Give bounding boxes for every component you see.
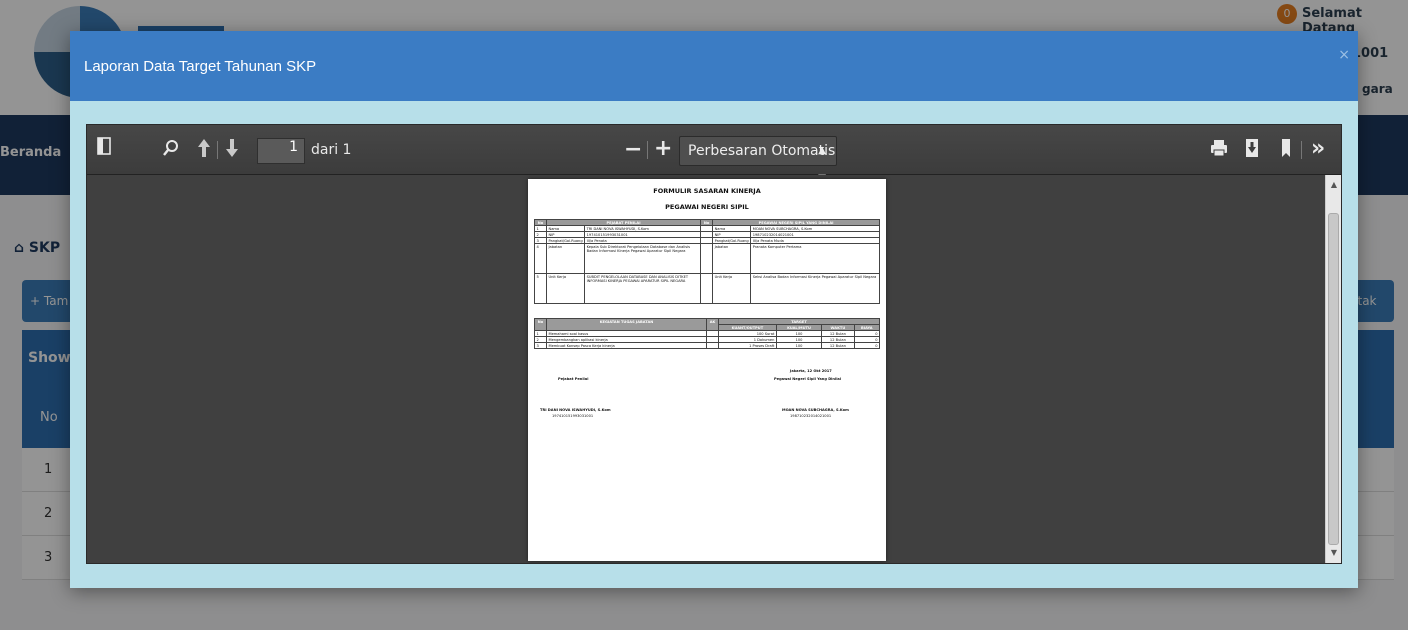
pdf-toolbar: 1 dari 1 − + Perbesaran Otomatis ▲▼ [87,125,1341,184]
cell: 100 [775,342,823,349]
toolbar-separator [1301,141,1302,159]
bookmark-icon[interactable] [1281,138,1291,163]
scroll-down-icon[interactable]: ▼ [1326,545,1342,561]
cell: Jabatan [545,243,586,274]
zoom-select-value: Perbesaran Otomatis [688,143,836,159]
left-signature-role: Pejabat Penilai [558,377,589,381]
down-arrow-icon[interactable] [225,138,239,163]
pdf-viewer: 1 dari 1 − + Perbesaran Otomatis ▲▼ [86,124,1342,564]
cell: Membuat Konsep Pasca Kerja kinerja [546,342,707,349]
page-number-input[interactable]: 1 [257,138,305,164]
cell: 0 [853,342,881,349]
close-icon[interactable]: × [1338,47,1350,63]
toolbar-separator [647,141,648,159]
cell: 5 [534,273,547,304]
cell: Jabatan [712,243,752,274]
cell [700,243,714,274]
vertical-scrollbar[interactable]: ▲ ▼ [1325,175,1341,563]
cell: Kepala Sub Direktorat Pengelolaan Databa… [584,243,702,274]
page-count: dari 1 [311,142,352,158]
activity-header: KEGIATAN TUGAS JABATAN [546,318,707,331]
left-signature-nip: 197410151993031001 [552,414,594,418]
scroll-up-icon[interactable]: ▲ [1326,177,1342,193]
zoom-in-button[interactable]: + [654,136,672,161]
cell: 3 [534,342,547,349]
modal-header: Laporan Data Target Tahunan SKP × [70,31,1358,101]
cell: Seksi Analisa Badan Informasi Kinerja Pe… [750,273,880,304]
toolbar-separator [217,141,218,159]
pdf-canvas[interactable]: FORMULIR SASARAN KINERJA PEGAWAI NEGERI … [87,175,1325,563]
download-icon[interactable] [1245,138,1259,163]
col-no: No [534,318,547,331]
zoom-select[interactable]: Perbesaran Otomatis ▲▼ [679,136,837,184]
cell: Unit Kerja [545,273,586,304]
sidebar-toggle-icon[interactable] [97,137,111,160]
cell: 12 Bulan [821,342,855,349]
cell: 4 [534,243,547,274]
ak-header: AK [706,318,719,331]
document-title: FORMULIR SASARAN KINERJA [653,187,761,195]
up-arrow-icon[interactable] [197,138,211,163]
activity-table: No KEGIATAN TUGAS JABATAN AK TARGET KUAN… [534,318,881,349]
cell: SUBDIT PENGELOLAAN DATABASE DAN ANALISIS… [584,273,702,304]
employee-info-table: No PEJABAT PENILAI No PEGAWAI NEGERI SIP… [534,219,880,304]
left-signature-name: TRI DANI NOVA ISWAHYUDI, S.Kom [540,408,611,412]
right-signature-role: Pegawai Negeri Sipil Yang Dinilai [774,377,842,381]
right-signature-name: MOAN NOVA SUBCHAGRA, S.Kom [782,408,849,412]
place-date: Jakarta, 12 Okt 2017 [790,369,832,373]
cell [706,342,719,349]
table-row: 5 Unit Kerja SUBDIT PENGELOLAAN DATABASE… [534,273,880,304]
search-icon[interactable] [163,139,179,162]
zoom-out-button[interactable]: − [624,137,642,162]
scrollbar-thumb[interactable] [1328,213,1339,545]
cell [700,273,714,304]
document-subtitle: PEGAWAI NEGERI SIPIL [665,203,749,211]
table-row: 4 Jabatan Kepala Sub Direktorat Pengelol… [534,243,880,274]
table-row: 3 Membuat Konsep Pasca Kerja kinerja 1 P… [534,342,881,349]
cell: Unit Kerja [712,273,752,304]
report-modal: Laporan Data Target Tahunan SKP × 1 dari… [70,31,1358,588]
right-signature-nip: 198710232014021001 [790,414,832,418]
cell: 1 Proses Draft [718,342,777,349]
modal-title: Laporan Data Target Tahunan SKP [84,58,317,75]
pdf-page: FORMULIR SASARAN KINERJA PEGAWAI NEGERI … [528,179,886,561]
print-icon[interactable] [1210,139,1228,162]
more-tools-icon[interactable]: » [1311,136,1325,161]
cell: Pranata Komputer Pertama [750,243,880,274]
